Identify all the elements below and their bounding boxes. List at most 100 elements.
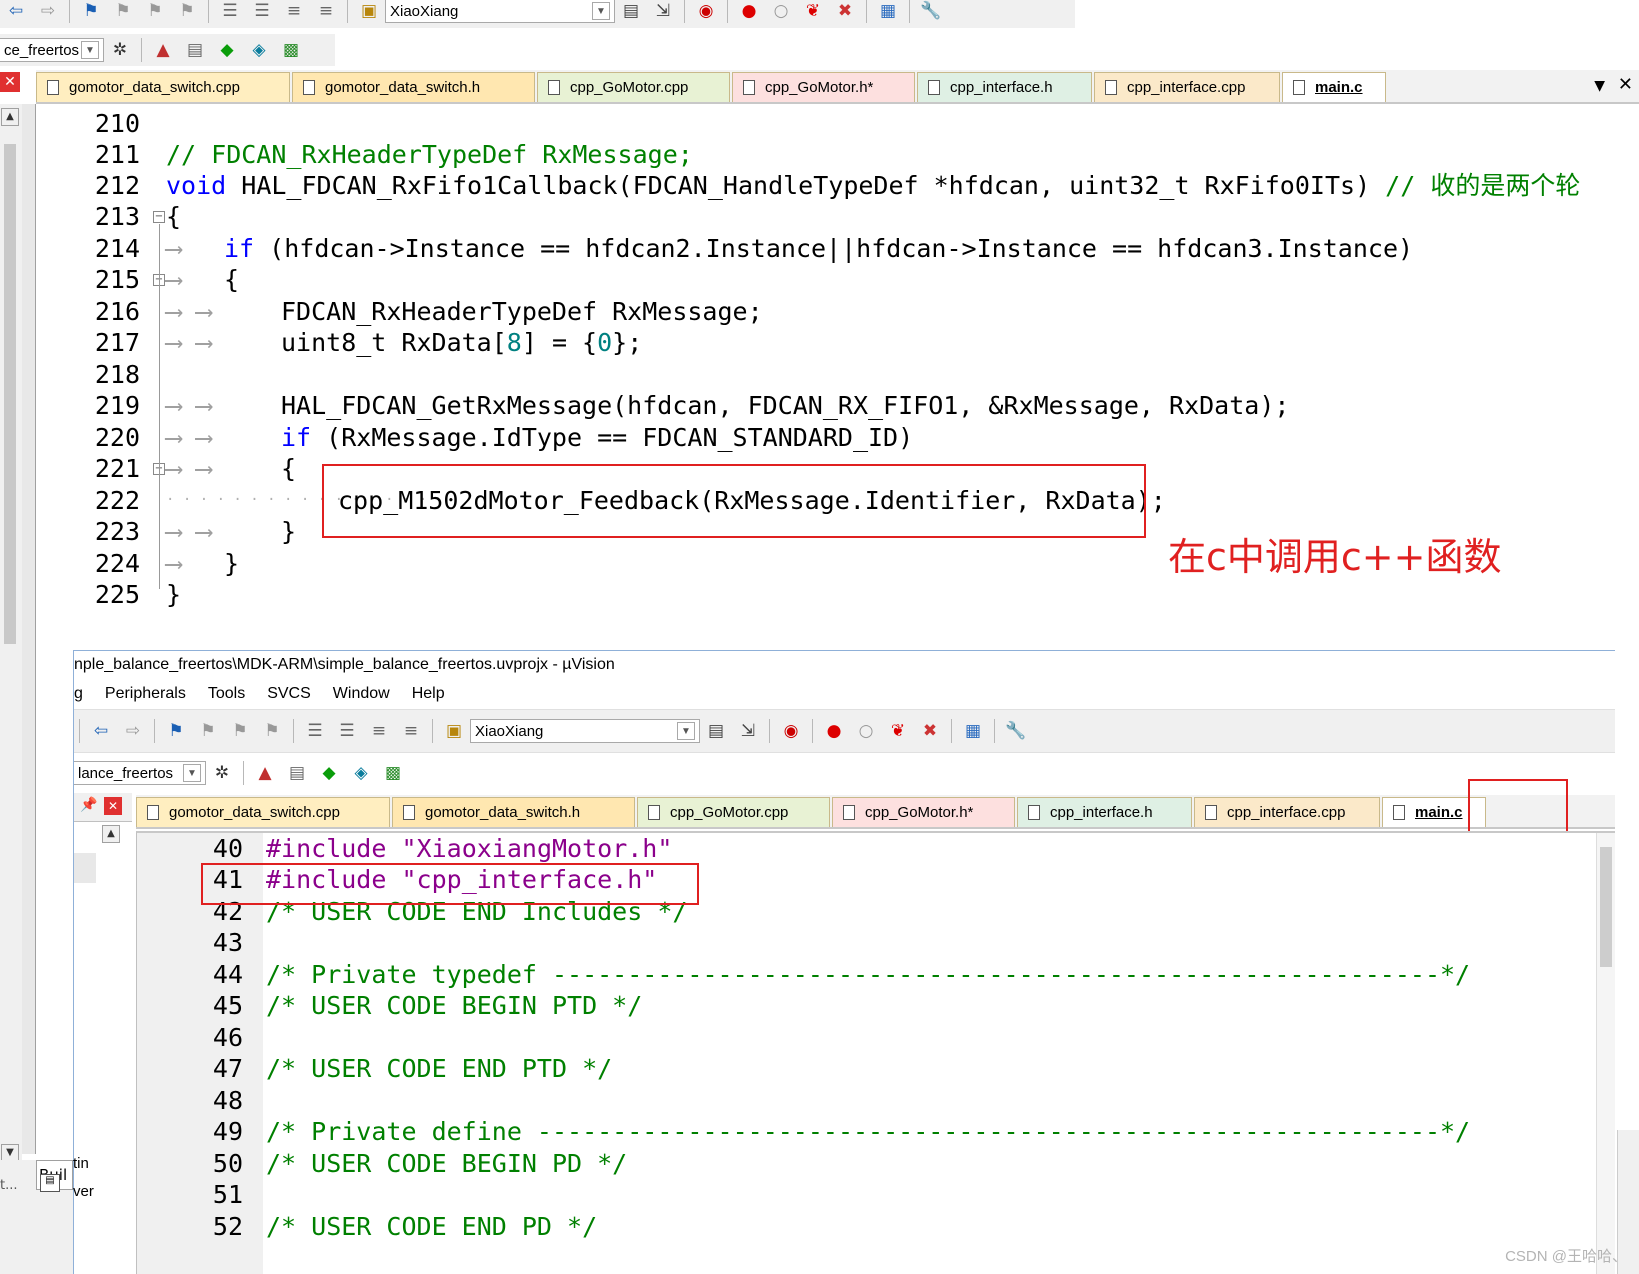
window-layout-icon[interactable]: ▦: [875, 0, 901, 24]
indent-icon[interactable]: ☰: [217, 0, 243, 24]
menu-peripherals[interactable]: Peripherals: [105, 685, 186, 703]
bookmark-prev-icon[interactable]: ⚑: [195, 718, 221, 744]
tab-cpp-gomotor-cpp[interactable]: cpp_GoMotor.cpp: [537, 72, 730, 102]
tab-list-chevron-icon[interactable]: ▼: [1594, 78, 1605, 94]
back-code-editor[interactable]: 210 211 // FDCAN_RxHeaderTypeDef RxMessag…: [40, 106, 1639, 651]
manage-components-icon[interactable]: ▲: [252, 760, 278, 786]
tab-main-c[interactable]: main.c: [1282, 72, 1386, 102]
nav-back-icon[interactable]: ⇦: [88, 718, 114, 744]
scrollbar-thumb[interactable]: [1600, 847, 1612, 967]
project-combo[interactable]: ce_freertos ▼: [0, 38, 104, 62]
menu-tools[interactable]: Tools: [208, 685, 245, 703]
tab-gomotor-data-switch-cpp[interactable]: gomotor_data_switch.cpp: [36, 72, 290, 102]
uncomment-icon[interactable]: ≡: [313, 0, 339, 24]
run-env-icon[interactable]: ◆: [316, 760, 342, 786]
unindent-icon[interactable]: ☰: [249, 0, 275, 24]
tab-gomotor-data-switch-h[interactable]: gomotor_data_switch.h: [292, 72, 535, 102]
tab-fragment-ver[interactable]: ver: [73, 1178, 103, 1206]
find-in-files-icon[interactable]: ▣: [441, 718, 467, 744]
menu-svcs[interactable]: SVCS: [267, 685, 311, 703]
pack-installer-icon[interactable]: ◈: [348, 760, 374, 786]
front-code-editor[interactable]: 40 #include "XiaoxiangMotor.h" 41 #include…: [136, 831, 1615, 1274]
scrollbar-thumb[interactable]: [4, 144, 16, 644]
tab-cpp-interface-cpp[interactable]: cpp_interface.cpp: [1094, 72, 1280, 102]
target-combo[interactable]: XiaoXiang ▼: [385, 0, 615, 23]
file-icon: [1293, 80, 1305, 95]
tab-fragment-time[interactable]: tin: [73, 1150, 103, 1178]
build-doc-icon[interactable]: ▤: [618, 0, 644, 24]
unindent-icon[interactable]: ☰: [334, 718, 360, 744]
line-number: 44: [212, 960, 243, 989]
bookmark-clear-icon[interactable]: ⚑: [259, 718, 285, 744]
breakpoint-empty-icon[interactable]: ○: [853, 718, 879, 744]
debug-icon[interactable]: ◉: [693, 0, 719, 24]
select-pack-icon[interactable]: ▩: [380, 760, 406, 786]
copy-icon[interactable]: ▤: [182, 37, 208, 63]
download-icon[interactable]: ⇲: [650, 0, 676, 24]
build-doc-icon[interactable]: ▤: [703, 718, 729, 744]
nav-forward-icon[interactable]: ⇨: [120, 718, 146, 744]
uncomment-icon[interactable]: ≡: [398, 718, 424, 744]
pin-icon[interactable]: 📌: [80, 797, 97, 813]
bookmark-next-icon[interactable]: ⚑: [227, 718, 253, 744]
breakpoint-icon[interactable]: ●: [736, 0, 762, 24]
menu-help[interactable]: Help: [412, 685, 445, 703]
breakpoint-icon[interactable]: ●: [821, 718, 847, 744]
close-tab-icon[interactable]: ✕: [1618, 74, 1633, 95]
nav-back-icon[interactable]: ⇦: [3, 0, 29, 24]
debug-icon[interactable]: ◉: [778, 718, 804, 744]
tab-gomotor-data-switch-cpp[interactable]: gomotor_data_switch.cpp: [136, 797, 390, 827]
find-in-files-icon[interactable]: ▣: [356, 0, 382, 24]
tab-cpp-gomotor-h[interactable]: cpp_GoMotor.h*: [732, 72, 915, 102]
chevron-down-icon[interactable]: ▼: [677, 722, 695, 740]
pack-installer-icon[interactable]: ◈: [246, 37, 272, 63]
kill-breakpoints-icon[interactable]: ✖: [917, 718, 943, 744]
indent-icon[interactable]: ☰: [302, 718, 328, 744]
tree-item[interactable]: [74, 853, 96, 883]
scroll-up-icon[interactable]: ▲: [102, 825, 120, 843]
fold-collapse-icon[interactable]: −: [153, 211, 165, 223]
chevron-down-icon[interactable]: ▼: [592, 2, 610, 20]
comment-icon[interactable]: ≡: [281, 0, 307, 24]
project-combo[interactable]: lance_freertos ▼: [74, 761, 206, 785]
bookmark-icon[interactable]: ⚑: [163, 718, 189, 744]
tab-cpp-gomotor-h[interactable]: cpp_GoMotor.h*: [832, 797, 1015, 827]
bookmark-prev-icon[interactable]: ⚑: [110, 0, 136, 24]
breakpoints-icon[interactable]: ❦: [885, 718, 911, 744]
scroll-up-icon[interactable]: ▲: [1, 108, 19, 126]
kill-breakpoints-icon[interactable]: ✖: [832, 0, 858, 24]
tab-cpp-interface-h[interactable]: cpp_interface.h: [1017, 797, 1192, 827]
bookmark-next-icon[interactable]: ⚑: [142, 0, 168, 24]
chevron-down-icon[interactable]: ▼: [81, 41, 99, 59]
comment-icon[interactable]: ≡: [366, 718, 392, 744]
wrench-icon[interactable]: 🔧: [918, 0, 944, 24]
breakpoints-icon[interactable]: ❦: [800, 0, 826, 24]
tab-cpp-interface-h[interactable]: cpp_interface.h: [917, 72, 1092, 102]
manage-components-icon[interactable]: ▲: [150, 37, 176, 63]
download-icon[interactable]: ⇲: [735, 718, 761, 744]
tab-gomotor-data-switch-h[interactable]: gomotor_data_switch.h: [392, 797, 635, 827]
wrench-icon[interactable]: 🔧: [1003, 718, 1029, 744]
close-panel-icon[interactable]: ✕: [104, 797, 122, 815]
line-number: 47: [212, 1054, 243, 1083]
nav-forward-icon[interactable]: ⇨: [35, 0, 61, 24]
menu-debug[interactable]: g: [74, 685, 83, 703]
target-options-icon[interactable]: ✲: [107, 37, 133, 63]
chevron-down-icon[interactable]: ▼: [183, 764, 201, 782]
select-pack-icon[interactable]: ▩: [278, 37, 304, 63]
window-layout-icon[interactable]: ▦: [960, 718, 986, 744]
breakpoint-empty-icon[interactable]: ○: [768, 0, 794, 24]
menu-window[interactable]: Window: [333, 685, 390, 703]
bookmark-clear-icon[interactable]: ⚑: [174, 0, 200, 24]
run-env-icon[interactable]: ◆: [214, 37, 240, 63]
tab-arrow-icon: ⟶ ⟶: [166, 297, 212, 326]
target-combo[interactable]: XiaoXiang ▼: [470, 719, 700, 743]
text-window-icon[interactable]: ▤: [40, 1174, 60, 1192]
close-panel-icon[interactable]: ✕: [0, 72, 20, 92]
tab-cpp-gomotor-cpp[interactable]: cpp_GoMotor.cpp: [637, 797, 830, 827]
bookmark-icon[interactable]: ⚑: [78, 0, 104, 24]
copy-icon[interactable]: ▤: [284, 760, 310, 786]
target-options-icon[interactable]: ✲: [209, 760, 235, 786]
front-vertical-scrollbar[interactable]: [1596, 833, 1615, 1274]
tab-cpp-interface-cpp[interactable]: cpp_interface.cpp: [1194, 797, 1380, 827]
